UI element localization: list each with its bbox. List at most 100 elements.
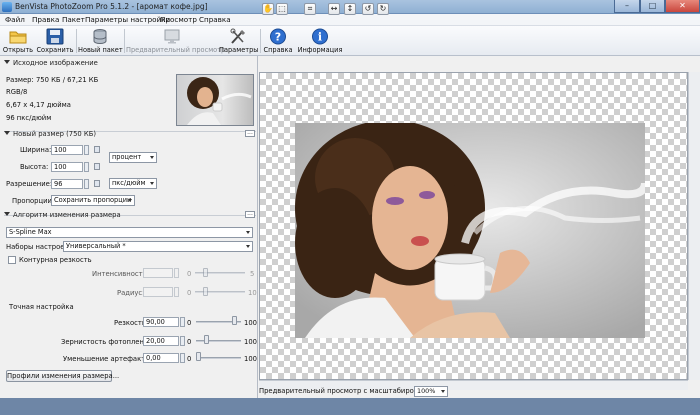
toolbar: Открыть Сохранить Новый пакет Предварите… xyxy=(0,26,700,56)
artifact-max: 100 xyxy=(244,355,257,363)
help-label: Справка xyxy=(263,46,293,54)
artifact-min: 0 xyxy=(187,355,192,363)
intensity-slider-thumb[interactable] xyxy=(203,268,208,277)
profiles-button[interactable]: Профили изменения размера... xyxy=(6,370,119,382)
resolution-spinner[interactable] xyxy=(84,179,89,189)
artifact-slider-thumb[interactable] xyxy=(196,352,201,361)
menu-bar: Файл Правка Пакет Параметры настройки Пр… xyxy=(0,14,700,26)
width-link-icon[interactable] xyxy=(94,146,100,153)
intensity-label: Интенсивность: xyxy=(92,270,149,278)
resolution-unit-select[interactable]: пкс/дюйм xyxy=(109,178,157,189)
menu-edit[interactable]: Правка xyxy=(32,15,59,24)
sharp-spinner[interactable] xyxy=(180,317,185,327)
artifact-input[interactable]: 0,00 xyxy=(143,353,179,363)
menu-settings[interactable]: Параметры настройки xyxy=(85,15,170,24)
sharp-max: 100 xyxy=(244,319,257,327)
app-window: BenVista PhotoZoom Pro 5.1.2 - [аромат к… xyxy=(0,0,700,415)
info-button[interactable]: i Информация xyxy=(297,27,343,55)
chevron-down-icon xyxy=(246,245,250,248)
preview-image[interactable] xyxy=(295,123,645,338)
chevron-down-icon xyxy=(150,156,154,159)
size-unit-value: процент xyxy=(112,153,142,161)
artifact-spinner[interactable] xyxy=(180,353,185,363)
proportions-label: Пропорции: xyxy=(12,197,55,205)
radius-min: 0 xyxy=(187,289,192,297)
height-label: Высота: xyxy=(20,163,49,171)
svg-text:?: ? xyxy=(275,31,281,44)
select-tool-icon[interactable]: ⬚ xyxy=(276,3,288,15)
algorithm-section-header[interactable]: Алгоритм изменения размера xyxy=(4,211,121,219)
grain-spinner[interactable] xyxy=(180,336,185,346)
intensity-max: 5 xyxy=(250,270,255,278)
proportions-value: Сохранить пропорции xyxy=(54,196,132,204)
info-icon: i xyxy=(312,28,328,45)
resolution-input[interactable]: 96 xyxy=(51,179,83,189)
algorithm-options-button[interactable]: ... xyxy=(245,211,255,218)
sharp-slider-thumb[interactable] xyxy=(232,316,237,325)
toolbar-separator xyxy=(124,29,125,53)
presets-select[interactable]: Универсальный * xyxy=(63,241,253,252)
menu-file[interactable]: Файл xyxy=(5,15,25,24)
window-title: BenVista PhotoZoom Pro 5.1.2 - [аромат к… xyxy=(15,2,208,11)
artifact-slider[interactable] xyxy=(196,357,241,359)
new-size-options-button[interactable]: ... xyxy=(245,130,255,137)
height-spinner[interactable] xyxy=(84,162,89,172)
width-label: Ширина: xyxy=(20,146,52,154)
intensity-input[interactable] xyxy=(143,268,173,278)
source-header-label: Исходное изображение xyxy=(13,59,98,67)
minimize-button[interactable]: – xyxy=(614,0,640,13)
preview-button[interactable]: Предварительный просмотр xyxy=(126,27,225,55)
new-size-section-header[interactable]: Новый размер (750 КБ) xyxy=(4,130,96,138)
grain-slider-thumb[interactable] xyxy=(204,335,209,344)
radius-slider-thumb[interactable] xyxy=(203,287,208,296)
chevron-down-icon xyxy=(441,390,445,393)
collapse-arrow-icon xyxy=(4,212,10,216)
method-select[interactable]: S-Spline Max xyxy=(6,227,253,238)
fit-width-icon[interactable]: ↔ xyxy=(328,3,340,15)
chevron-down-icon xyxy=(128,199,132,202)
save-button[interactable]: Сохранить xyxy=(36,27,74,55)
close-button[interactable]: ✕ xyxy=(665,0,700,13)
new-batch-button[interactable]: Новый пакет xyxy=(78,27,123,55)
size-unit-select[interactable]: процент xyxy=(109,152,157,163)
height-input[interactable]: 100 xyxy=(51,162,83,172)
sharp-min: 0 xyxy=(187,319,192,327)
open-button[interactable]: Открыть xyxy=(2,27,34,55)
source-section-header[interactable]: Исходное изображение xyxy=(4,59,98,67)
method-value: S-Spline Max xyxy=(9,228,52,236)
hand-tool-icon[interactable]: ✋ xyxy=(262,3,274,15)
app-logo-icon xyxy=(2,2,12,12)
height-link-icon[interactable] xyxy=(94,163,100,170)
intensity-spinner[interactable] xyxy=(174,268,179,278)
vertical-scrollbar[interactable] xyxy=(688,72,700,380)
menu-batch[interactable]: Пакет xyxy=(62,15,85,24)
crop-tool-icon[interactable]: ⌗ xyxy=(304,3,316,15)
sharpness-checkbox[interactable] xyxy=(8,256,16,264)
width-spinner[interactable] xyxy=(84,145,89,155)
rotate-right-icon[interactable]: ↻ xyxy=(377,3,389,15)
zoom-value: 100% xyxy=(417,387,436,395)
zoom-select[interactable]: 100% xyxy=(414,386,448,397)
toolbar-separator xyxy=(76,29,77,53)
grain-input[interactable]: 20,00 xyxy=(143,336,179,346)
resolution-link-icon[interactable] xyxy=(94,180,100,187)
params-button[interactable]: Параметры xyxy=(219,27,259,55)
sharp-input[interactable]: 90,00 xyxy=(143,317,179,327)
grain-min: 0 xyxy=(187,338,192,346)
grain-slider[interactable] xyxy=(196,340,241,342)
artifact-label: Уменьшение артефактов: xyxy=(63,355,156,363)
fit-height-icon[interactable]: ↕ xyxy=(344,3,356,15)
maximize-button[interactable]: □ xyxy=(640,0,665,13)
help-button[interactable]: ? Справка xyxy=(262,27,294,55)
proportions-select[interactable]: Сохранить пропорции xyxy=(51,195,135,206)
source-dimensions: 6,67 x 4,17 дюйма xyxy=(6,101,71,109)
source-resolution: 96 пкс/дюйм xyxy=(6,114,52,122)
menu-view[interactable]: Просмотр xyxy=(160,15,197,24)
woman-with-coffee-image xyxy=(295,123,645,338)
radius-spinner[interactable] xyxy=(174,287,179,297)
width-input[interactable]: 100 xyxy=(51,145,83,155)
rotate-left-icon[interactable]: ↺ xyxy=(362,3,374,15)
radius-input[interactable] xyxy=(143,287,173,297)
source-thumbnail[interactable] xyxy=(176,74,254,126)
menu-help[interactable]: Справка xyxy=(199,15,231,24)
